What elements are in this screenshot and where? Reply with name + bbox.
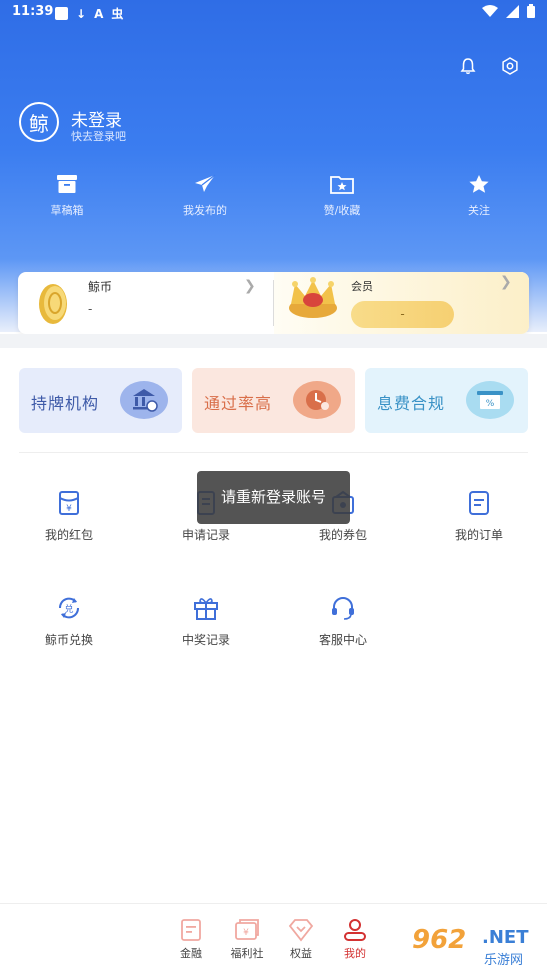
- order-icon: [469, 491, 489, 515]
- finance-icon: [181, 919, 201, 941]
- watermark-number: 962: [412, 925, 467, 955]
- app-a-icon: A: [94, 6, 104, 21]
- tab-label: 福利社: [230, 947, 264, 960]
- notification-square-icon: [55, 7, 68, 20]
- wallet-divider: [273, 280, 274, 326]
- tab-rights[interactable]: 权益: [276, 918, 326, 961]
- menu-item-label: 中奖记录: [181, 633, 230, 647]
- menu-item-label: 我的订单: [454, 528, 503, 542]
- menu-item-orders[interactable]: 我的订单: [419, 490, 539, 543]
- star-icon: [469, 175, 489, 193]
- red-packet-icon: ¥: [59, 491, 79, 515]
- headset-icon: [332, 597, 354, 620]
- crown-icon: [289, 277, 337, 318]
- vip-chevron-icon[interactable]: ❯: [500, 274, 512, 290]
- feature-high-approval[interactable]: 通过率高: [192, 368, 355, 433]
- avatar[interactable]: 鲸: [19, 102, 59, 142]
- menu-item-customer-service[interactable]: 客服中心: [283, 595, 403, 648]
- battery-icon: [527, 4, 535, 18]
- star-folder-icon: [330, 176, 354, 194]
- watermark-domain: .NET: [482, 927, 529, 948]
- tab-welfare[interactable]: ¥ 福利社: [222, 918, 272, 961]
- tab-mine[interactable]: 我的: [330, 918, 380, 961]
- quick-action-favorites[interactable]: 赞/收藏: [287, 174, 397, 218]
- coin-label[interactable]: 鲸币: [88, 278, 112, 295]
- download-icon: ↓: [76, 6, 87, 21]
- toast-message: 请重新登录账号: [197, 471, 350, 524]
- svg-text:¥: ¥: [243, 928, 249, 938]
- coin-chevron-icon[interactable]: ❯: [244, 278, 256, 294]
- feature-compliant-fees[interactable]: 息费合规 %: [365, 368, 528, 433]
- tab-label: 权益: [290, 947, 312, 960]
- status-system-icons: [482, 4, 535, 18]
- wallet-card: 鲸币 - ❯ 会员 - ❯: [18, 272, 529, 334]
- avatar-logo-char: 鲸: [29, 111, 49, 136]
- feature-licensed-institution[interactable]: 持牌机构: [19, 368, 182, 433]
- menu-item-red-packet[interactable]: ¥ 我的红包: [9, 490, 129, 543]
- section-divider: [0, 334, 547, 348]
- login-hint[interactable]: 快去登录吧: [71, 128, 126, 144]
- svg-text:兑: 兑: [64, 603, 73, 615]
- svg-text:%: %: [486, 399, 495, 409]
- feature-text: 持牌机构: [31, 394, 100, 413]
- menu-item-label: 我的券包: [318, 528, 367, 542]
- person-icon: [344, 919, 366, 941]
- status-time: 11:39: [12, 4, 54, 19]
- menu-item-label: 申请记录: [181, 528, 230, 542]
- draft-box-icon: [57, 175, 77, 193]
- quick-action-label: 关注: [468, 204, 490, 217]
- tab-finance[interactable]: 金融: [166, 918, 216, 961]
- welfare-icon: ¥: [235, 919, 259, 940]
- menu-item-label: 我的红包: [44, 528, 93, 542]
- quick-action-published[interactable]: 我发布的: [150, 174, 260, 218]
- percent-card-icon: %: [466, 381, 514, 419]
- paper-plane-icon: [195, 174, 216, 192]
- quick-action-following[interactable]: 关注: [424, 174, 534, 218]
- menu-item-prize-record[interactable]: 中奖记录: [146, 595, 266, 648]
- feature-text: 通过率高: [204, 394, 273, 413]
- coin-balance: -: [88, 302, 93, 316]
- exchange-icon: 兑: [58, 597, 80, 619]
- quick-action-drafts[interactable]: 草稿箱: [12, 174, 122, 218]
- menu-item-label: 客服中心: [318, 633, 367, 647]
- gift-icon: [194, 598, 218, 620]
- coin-icon: [39, 284, 67, 324]
- wifi-icon: [482, 4, 498, 17]
- diamond-icon: [288, 919, 314, 942]
- vip-label[interactable]: 会员: [351, 278, 373, 294]
- clock-icon: [293, 381, 341, 419]
- bell-icon[interactable]: [458, 56, 478, 76]
- watermark-site-name: 乐游网: [484, 953, 524, 968]
- svg-text:¥: ¥: [66, 504, 72, 514]
- quick-action-label: 赞/收藏: [323, 204, 361, 217]
- gear-icon[interactable]: [500, 56, 520, 76]
- watermark-logo: 962 .NET 乐游网: [412, 925, 542, 970]
- menu-item-label: 鲸币兑换: [44, 633, 93, 647]
- bank-icon: [120, 381, 168, 419]
- tab-label: 金融: [180, 947, 202, 960]
- signal-icon: [506, 4, 519, 18]
- quick-actions: 草稿箱 我发布的 赞/收藏 关注: [0, 174, 547, 226]
- status-notification-icons: ↓ A 虫: [55, 5, 123, 22]
- tab-label: 我的: [344, 947, 366, 960]
- status-bar: 11:39 ↓ A 虫: [0, 0, 547, 26]
- bug-icon: 虫: [111, 7, 124, 21]
- quick-action-label: 我发布的: [183, 204, 227, 217]
- feature-text: 息费合规: [377, 394, 446, 413]
- vip-status-pill[interactable]: -: [351, 301, 454, 328]
- menu-divider: [19, 452, 528, 453]
- quick-action-label: 草稿箱: [50, 204, 84, 217]
- menu-item-coin-exchange[interactable]: 兑 鲸币兑换: [9, 595, 129, 648]
